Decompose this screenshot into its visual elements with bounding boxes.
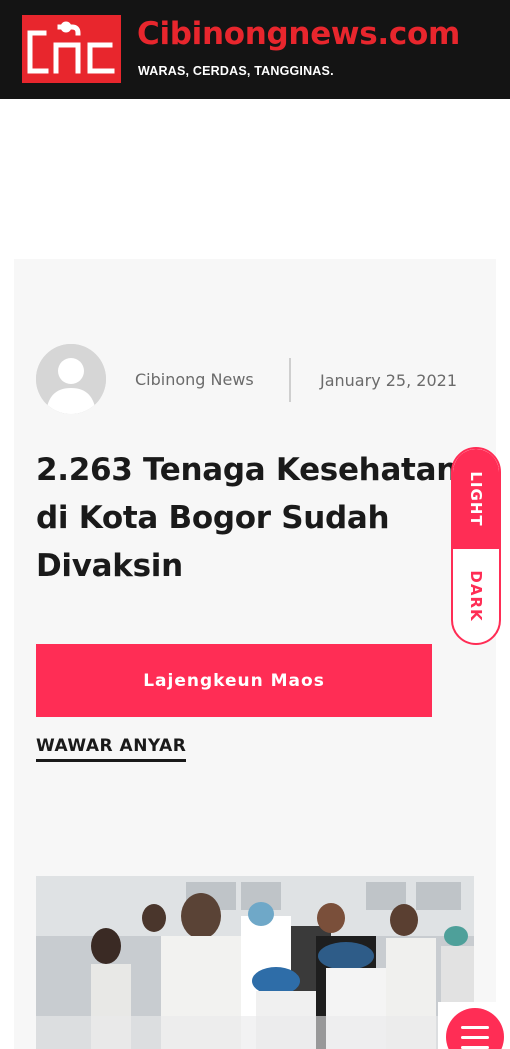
cnc-logo-icon [27,21,115,74]
news-thumbnail-image[interactable] [36,876,474,1049]
news-photo [36,876,474,1049]
author-name[interactable]: Cibinong News [135,370,254,389]
post-title-line: di Kota Bogor Sudah [36,500,390,536]
site-header: Cibinongnews.com WARAS, CERDAS, TANGGINA… [0,0,510,99]
theme-switch[interactable]: LIGHT DARK [451,447,501,645]
post-title-line: Divaksin [36,548,183,584]
post-title[interactable]: 2.263 Tenaga Kesehatan di Kota Bogor Sud… [36,446,458,590]
light-mode-toggle[interactable]: LIGHT [453,449,499,549]
dark-mode-toggle[interactable]: DARK [453,549,499,643]
menu-button[interactable] [438,1002,510,1049]
dark-mode-label: DARK [467,570,485,622]
post-title-line: 2.263 Tenaga Kesehatan [36,452,458,488]
default-avatar-icon [36,344,106,414]
post-date: January 25, 2021 [320,371,457,390]
meta-divider [289,358,291,402]
light-mode-label: LIGHT [467,471,485,527]
site-name[interactable]: Cibinongnews.com [137,16,460,52]
site-tagline: WARAS, CERDAS, TANGGINAS. [138,64,334,78]
hamburger-menu-icon[interactable] [446,1008,504,1049]
section-heading: WAWAR ANYAR [36,736,187,762]
site-logo[interactable] [22,15,121,83]
author-avatar [36,344,106,414]
read-more-button[interactable]: Lajengkeun Maos [36,644,432,717]
